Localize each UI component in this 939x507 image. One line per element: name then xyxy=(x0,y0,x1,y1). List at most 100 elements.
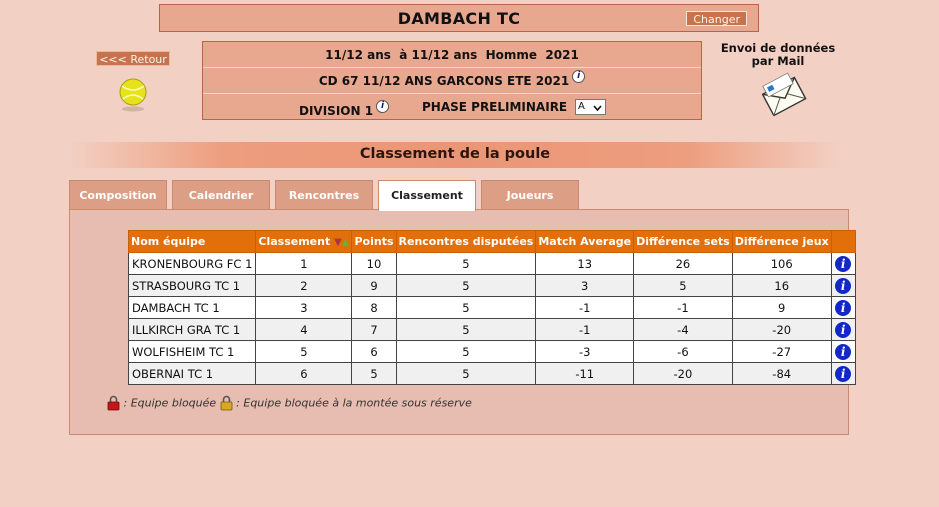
col-info-header xyxy=(830,230,856,253)
table-row: WOLFISHEIM TC 1 5 6 5 -3 -6 -27 i xyxy=(127,340,856,363)
cell-average: 3 xyxy=(535,274,635,297)
section-header: Classement de la poule xyxy=(70,142,840,168)
col-sets-header[interactable]: Différence sets xyxy=(633,230,733,253)
legend-blocked-up: : Equipe bloquée à la montée sous réserv… xyxy=(236,396,472,410)
info-row-championship: CD 67 11/12 ANS GARCONS ETE 2021 i xyxy=(203,68,701,94)
club-header: DAMBACH TC Changer xyxy=(159,4,759,32)
competition-info: 11/12 ans à 11/12 ans Homme 2021 CD 67 1… xyxy=(202,41,702,120)
cell-info: i xyxy=(830,318,856,341)
info-row-category: 11/12 ans à 11/12 ans Homme 2021 xyxy=(203,42,701,68)
cell-rank: 1 xyxy=(255,252,353,275)
table-header-row: Nom équipe Classement ▼▲ Points Rencontr… xyxy=(127,230,856,253)
cell-sets: 5 xyxy=(633,274,733,297)
phase-text: PHASE PRELIMINAIRE xyxy=(422,100,568,114)
col-rank-label: Classement xyxy=(258,235,331,248)
cell-points: 9 xyxy=(351,274,397,297)
cell-played: 5 xyxy=(395,296,537,319)
cell-played: 5 xyxy=(395,252,537,275)
cell-info: i xyxy=(830,274,856,297)
sort-down-icon[interactable]: ▼ xyxy=(334,237,342,248)
cell-played: 5 xyxy=(395,318,537,341)
tab-classement[interactable]: Classement xyxy=(378,180,476,211)
col-team-header[interactable]: Nom équipe xyxy=(127,230,257,253)
cell-average: -1 xyxy=(535,318,635,341)
cell-games: 9 xyxy=(731,296,832,319)
cell-average: -3 xyxy=(535,340,635,363)
col-rank-header[interactable]: Classement ▼▲ xyxy=(255,230,353,253)
cell-played: 5 xyxy=(395,362,537,385)
cell-games: 106 xyxy=(731,252,832,275)
cell-sets: 26 xyxy=(633,252,733,275)
col-games-header[interactable]: Différence jeux xyxy=(731,230,832,253)
info-icon[interactable]: i xyxy=(376,100,390,113)
info-icon[interactable]: i xyxy=(835,365,852,382)
cell-rank: 5 xyxy=(255,340,353,363)
col-average-header[interactable]: Match Average xyxy=(535,230,635,253)
cell-info: i xyxy=(830,340,856,363)
tab-joueurs[interactable]: Joueurs xyxy=(481,180,579,210)
cell-points: 5 xyxy=(351,362,397,385)
gold-lock-icon xyxy=(220,395,233,411)
red-lock-icon xyxy=(107,395,120,411)
cell-points: 8 xyxy=(351,296,397,319)
info-icon[interactable]: i xyxy=(835,321,852,338)
cell-info: i xyxy=(830,362,856,385)
cell-info: i xyxy=(830,296,856,319)
info-icon[interactable]: i xyxy=(572,70,586,83)
cell-rank: 2 xyxy=(255,274,353,297)
sort-up-icon[interactable]: ▲ xyxy=(342,237,350,248)
cell-points: 7 xyxy=(351,318,397,341)
tab-composition[interactable]: Composition xyxy=(69,180,167,210)
cell-sets: -6 xyxy=(633,340,733,363)
mail-label: Envoi de données par Mail xyxy=(720,41,836,68)
phase-select-value: A xyxy=(578,101,585,112)
info-row-division: DIVISION 1i PHASE PRELIMINAIRE A xyxy=(203,94,701,120)
table-row: ILLKIRCH GRA TC 1 4 7 5 -1 -4 -20 i xyxy=(127,318,856,341)
tennis-ball-icon xyxy=(119,78,147,112)
cell-points: 10 xyxy=(351,252,397,275)
info-icon[interactable]: i xyxy=(835,255,852,272)
cell-sets: -4 xyxy=(633,318,733,341)
table-row: KRONENBOURG FC 1 1 10 5 13 26 106 i xyxy=(127,252,856,275)
cell-team[interactable]: DAMBACH TC 1 xyxy=(127,296,257,319)
championship-text: CD 67 11/12 ANS GARCONS ETE 2021 xyxy=(318,74,570,88)
back-button[interactable]: <<< Retour xyxy=(96,51,170,66)
chevron-down-icon xyxy=(593,105,602,112)
col-points-header[interactable]: Points xyxy=(351,230,397,253)
cell-team[interactable]: KRONENBOURG FC 1 xyxy=(127,252,257,275)
mail-envelope-icon[interactable] xyxy=(762,72,808,116)
cell-average: -11 xyxy=(535,362,635,385)
legend-blocked: : Equipe bloquée xyxy=(123,396,217,410)
table-row: DAMBACH TC 1 3 8 5 -1 -1 9 i xyxy=(127,296,856,319)
phase-select[interactable]: A xyxy=(575,99,606,115)
info-icon[interactable]: i xyxy=(835,343,852,360)
cell-games: 16 xyxy=(731,274,832,297)
cell-games: -84 xyxy=(731,362,832,385)
ranking-table: Nom équipe Classement ▼▲ Points Rencontr… xyxy=(127,230,856,385)
tab-calendrier[interactable]: Calendrier xyxy=(172,180,270,210)
col-played-header[interactable]: Rencontres disputées xyxy=(395,230,537,253)
info-icon[interactable]: i xyxy=(835,299,852,316)
change-club-button[interactable]: Changer xyxy=(686,11,747,26)
cell-played: 5 xyxy=(395,340,537,363)
cell-rank: 4 xyxy=(255,318,353,341)
cell-average: -1 xyxy=(535,296,635,319)
cell-rank: 3 xyxy=(255,296,353,319)
tab-rencontres[interactable]: Rencontres xyxy=(275,180,373,210)
cell-team[interactable]: WOLFISHEIM TC 1 xyxy=(127,340,257,363)
cell-sets: -20 xyxy=(633,362,733,385)
cell-team[interactable]: STRASBOURG TC 1 xyxy=(127,274,257,297)
cell-points: 6 xyxy=(351,340,397,363)
info-icon[interactable]: i xyxy=(835,277,852,294)
cell-sets: -1 xyxy=(633,296,733,319)
cell-average: 13 xyxy=(535,252,635,275)
cell-played: 5 xyxy=(395,274,537,297)
cell-team[interactable]: ILLKIRCH GRA TC 1 xyxy=(127,318,257,341)
cell-games: -27 xyxy=(731,340,832,363)
table-row: OBERNAI TC 1 6 5 5 -11 -20 -84 i xyxy=(127,362,856,385)
cell-info: i xyxy=(830,252,856,275)
table-row: STRASBOURG TC 1 2 9 5 3 5 16 i xyxy=(127,274,856,297)
cell-team[interactable]: OBERNAI TC 1 xyxy=(127,362,257,385)
category-text: 11/12 ans à 11/12 ans Homme 2021 xyxy=(325,48,579,62)
division-text: DIVISION 1 xyxy=(299,104,374,118)
